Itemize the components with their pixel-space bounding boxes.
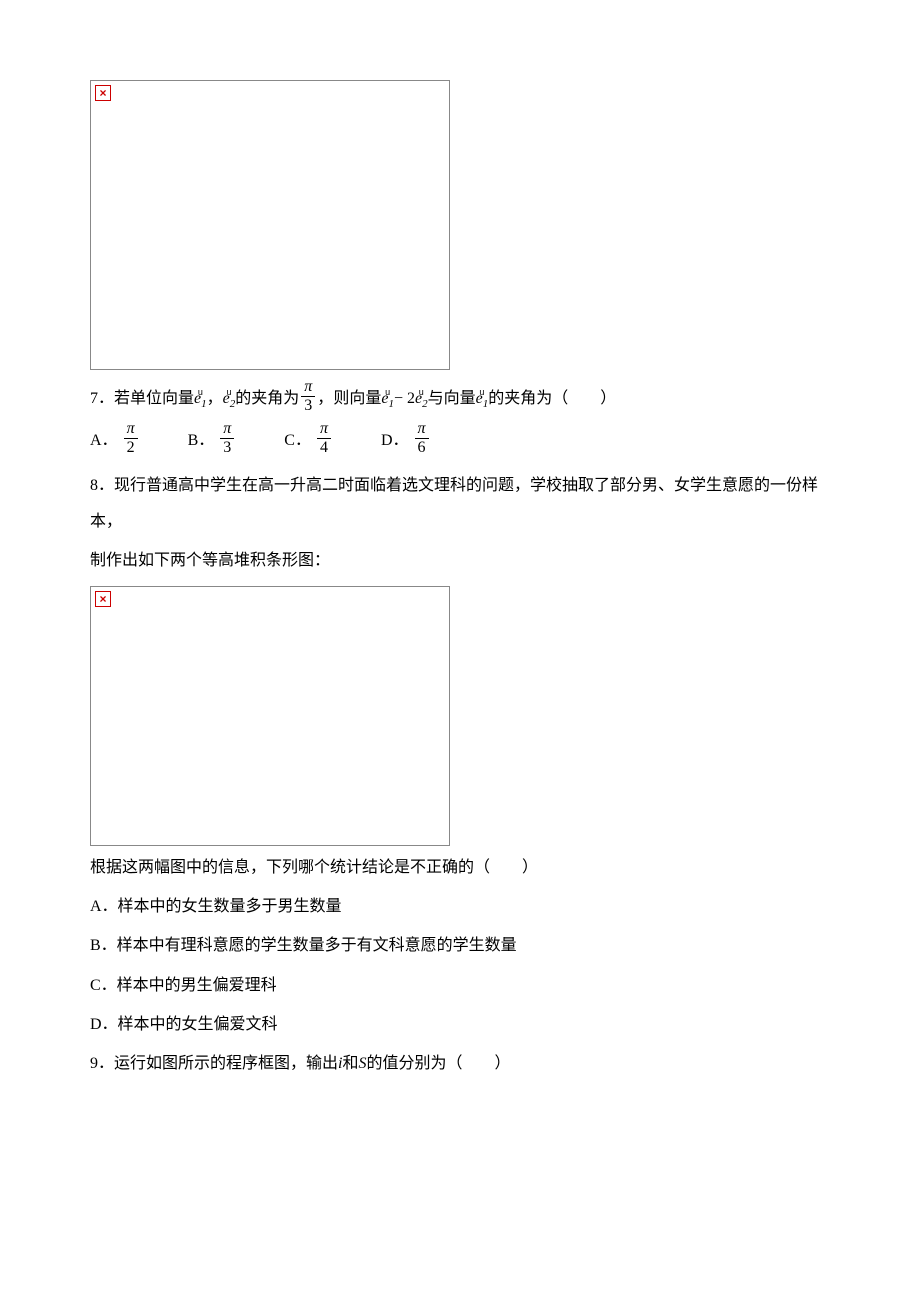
q8-option-b[interactable]: B．样本中有理科意愿的学生数量多于有文科意愿的学生数量: [90, 928, 830, 963]
var-s: S: [359, 1055, 367, 1072]
option-label: D．: [381, 423, 409, 458]
vector-arrow: u: [226, 389, 231, 395]
vector-e2: u e2: [223, 387, 236, 409]
vector-e2: u e2: [415, 387, 428, 409]
question-8-prompt: 根据这两幅图中的信息，下列哪个统计结论是不正确的（ ）: [90, 850, 830, 885]
fraction-den: 4: [317, 439, 331, 457]
vector-arrow: u: [419, 389, 424, 395]
fraction-num: π: [301, 378, 315, 397]
question-8-line1: 8．现行普通高中学生在高一升高二时面临着选文理科的问题，学校抽取了部分男、女学生…: [90, 468, 830, 538]
fraction-den: 6: [415, 439, 429, 457]
comma: ，: [317, 381, 333, 416]
q7-text-3: 则向量: [333, 381, 381, 416]
question-8-line2: 制作出如下两个等高堆积条形图：: [90, 543, 830, 578]
fraction: π 4: [317, 420, 331, 456]
fraction-num: π: [317, 420, 331, 439]
q8-option-d[interactable]: D．样本中的女生偏爱文科: [90, 1007, 830, 1042]
vector-sub: 2: [422, 398, 428, 410]
vector-arrow: u: [479, 389, 484, 395]
q9-text-1: 运行如图所示的程序框图，输出: [114, 1055, 338, 1072]
broken-image-icon: ×: [95, 591, 111, 607]
image-placeholder-q8: ×: [90, 586, 450, 846]
vector-e1: u e1: [476, 387, 489, 409]
q7-text-1: 若单位向量: [114, 381, 194, 416]
fraction-num: π: [415, 420, 429, 439]
question-7: 7． 若单位向量 u e1 ， u e2 的夹角为 π 3 ， 则向量 u e1…: [90, 380, 830, 416]
fraction-den: 2: [124, 439, 138, 457]
question-9: 9．运行如图所示的程序框图，输出i和S的值分别为（ ）: [90, 1046, 830, 1081]
option-label: C．: [284, 423, 311, 458]
fraction-pi-3: π 3: [301, 378, 315, 414]
q8-option-a[interactable]: A．样本中的女生数量多于男生数量: [90, 889, 830, 924]
comma: ，: [207, 381, 223, 416]
q8-number: 8．: [90, 477, 114, 494]
vector-arrow: u: [385, 389, 390, 395]
option-b[interactable]: B． π 3: [188, 422, 237, 458]
option-d[interactable]: D． π 6: [381, 422, 431, 458]
q7-text-4: 与向量: [428, 381, 476, 416]
fraction: π 6: [415, 420, 429, 456]
fraction-num: π: [124, 420, 138, 439]
q9-number: 9．: [90, 1055, 114, 1072]
q8-text1: 现行普通高中学生在高一升高二时面临着选文理科的问题，学校抽取了部分男、女学生意愿…: [90, 477, 818, 529]
vector-e1: u e1: [194, 387, 207, 409]
vector-sub: 1: [483, 398, 489, 410]
option-c[interactable]: C． π 4: [284, 422, 333, 458]
fraction-den: 3: [220, 439, 234, 457]
option-a[interactable]: A． π 2: [90, 422, 140, 458]
q7-text-5: 的夹角为（ ）: [488, 381, 616, 416]
fraction-num: π: [220, 420, 234, 439]
broken-image-icon: ×: [95, 85, 111, 101]
q7-number: 7．: [90, 381, 114, 416]
q9-text-2: 和: [342, 1055, 358, 1072]
vector-sub: 1: [388, 398, 394, 410]
fraction-den: 3: [301, 397, 315, 415]
option-label: B．: [188, 423, 215, 458]
q7-options: A． π 2 B． π 3 C． π 4 D． π 6: [90, 422, 830, 458]
fraction: π 3: [220, 420, 234, 456]
vector-e1: u e1: [381, 387, 394, 409]
vector-arrow: u: [198, 389, 203, 395]
q7-text-2: 的夹角为: [235, 381, 299, 416]
minus-2: − 2: [394, 381, 415, 416]
vector-sub: 2: [230, 398, 236, 410]
image-placeholder-q6: ×: [90, 80, 450, 370]
option-label: A．: [90, 423, 118, 458]
vector-sub: 1: [201, 398, 207, 410]
q8-option-c[interactable]: C．样本中的男生偏爱理科: [90, 968, 830, 1003]
q9-text-3: 的值分别为（ ）: [367, 1055, 511, 1072]
fraction: π 2: [124, 420, 138, 456]
